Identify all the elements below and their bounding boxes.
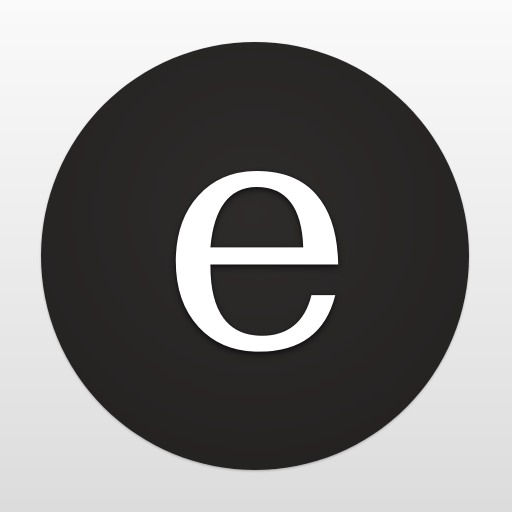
- app-icon[interactable]: e: [0, 0, 512, 512]
- e-letter-icon: e: [159, 41, 355, 425]
